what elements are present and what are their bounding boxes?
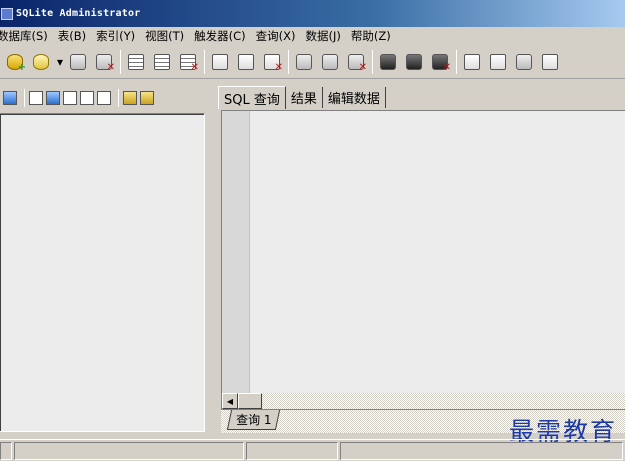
new-index-icon[interactable] bbox=[235, 51, 257, 73]
scroll-left-icon[interactable]: ◀ bbox=[222, 393, 238, 409]
refresh-icon[interactable] bbox=[97, 91, 111, 105]
toolbar-separator bbox=[118, 89, 119, 107]
status-panel bbox=[246, 442, 338, 460]
menu-index[interactable]: 索引(Y) bbox=[95, 28, 135, 44]
status-bar bbox=[0, 439, 625, 461]
tab-results[interactable]: 结果 bbox=[286, 87, 323, 108]
status-panel bbox=[0, 442, 12, 460]
horizontal-scrollbar[interactable]: ◀ bbox=[222, 393, 625, 409]
tree-view-icon[interactable] bbox=[3, 91, 17, 105]
line-number-gutter bbox=[222, 111, 250, 394]
schema-icon[interactable] bbox=[123, 91, 137, 105]
toolbar-separator bbox=[288, 49, 289, 74]
object-tree-panel[interactable] bbox=[0, 113, 205, 432]
menu-bar: 数据库(S) 表(B) 索引(Y) 视图(T) 触发器(C) 查询(X) 数据(… bbox=[0, 27, 625, 45]
delete-trigger-icon[interactable]: ✕ bbox=[429, 51, 451, 73]
delete-table-icon[interactable]: ✕ bbox=[177, 51, 199, 73]
menu-data[interactable]: 数据(J) bbox=[305, 28, 341, 44]
scroll-thumb[interactable] bbox=[238, 393, 262, 409]
tab-query-1[interactable]: 查询 1 bbox=[226, 410, 281, 430]
table-icon[interactable] bbox=[125, 51, 147, 73]
main-tabs: SQL 查询 结果 编辑数据 bbox=[218, 86, 386, 109]
menu-trigger[interactable]: 触发器(C) bbox=[193, 28, 246, 44]
window-title: SQLite Administrator bbox=[16, 8, 141, 19]
view-icon[interactable] bbox=[293, 51, 315, 73]
indexes-filter-icon[interactable] bbox=[63, 91, 77, 105]
tables-filter-icon[interactable] bbox=[29, 91, 43, 105]
properties-icon[interactable] bbox=[140, 91, 154, 105]
triggers-filter-icon[interactable] bbox=[80, 91, 94, 105]
status-panel bbox=[340, 442, 623, 460]
tools-icon[interactable] bbox=[539, 51, 561, 73]
dropdown-arrow-icon[interactable]: ▾ bbox=[56, 51, 64, 73]
tab-edit-data[interactable]: 编辑数据 bbox=[323, 87, 386, 108]
toolbar-separator bbox=[456, 49, 457, 74]
query-tab-label: 查询 1 bbox=[236, 413, 272, 427]
delete-index-icon[interactable]: ✕ bbox=[261, 51, 283, 73]
title-bar: SQLite Administrator bbox=[0, 0, 625, 27]
export-icon[interactable] bbox=[487, 51, 509, 73]
sql-editor-frame: ◀ bbox=[221, 110, 625, 409]
menu-table[interactable]: 表(B) bbox=[57, 28, 86, 44]
views-filter-icon[interactable] bbox=[46, 91, 60, 105]
index-icon[interactable] bbox=[209, 51, 231, 73]
menu-query[interactable]: 查询(X) bbox=[255, 28, 296, 44]
open-database-icon[interactable] bbox=[30, 51, 52, 73]
main-toolbar: + ▾ ✕ ✕ ✕ ✕ ✕ bbox=[0, 45, 625, 79]
new-trigger-icon[interactable] bbox=[403, 51, 425, 73]
toolbar-separator bbox=[372, 49, 373, 74]
toolbar-separator bbox=[120, 49, 121, 74]
new-database-icon[interactable]: + bbox=[4, 51, 26, 73]
toolbar-separator bbox=[24, 89, 25, 107]
menu-help[interactable]: 帮助(Z) bbox=[350, 28, 391, 44]
delete-database-icon[interactable]: ✕ bbox=[93, 51, 115, 73]
tab-sql-query[interactable]: SQL 查询 bbox=[218, 86, 286, 109]
new-table-icon[interactable] bbox=[151, 51, 173, 73]
object-toolbar bbox=[0, 86, 205, 110]
settings-icon[interactable] bbox=[513, 51, 535, 73]
app-icon bbox=[1, 7, 13, 20]
database-connect-icon[interactable] bbox=[67, 51, 89, 73]
trigger-icon[interactable] bbox=[377, 51, 399, 73]
delete-view-icon[interactable]: ✕ bbox=[345, 51, 367, 73]
menu-database[interactable]: 数据库(S) bbox=[0, 28, 48, 44]
new-view-icon[interactable] bbox=[319, 51, 341, 73]
document-icon[interactable] bbox=[461, 51, 483, 73]
menu-view[interactable]: 视图(T) bbox=[144, 28, 184, 44]
status-panel bbox=[14, 442, 244, 460]
toolbar-separator bbox=[204, 49, 205, 74]
sql-editor[interactable] bbox=[251, 111, 625, 394]
